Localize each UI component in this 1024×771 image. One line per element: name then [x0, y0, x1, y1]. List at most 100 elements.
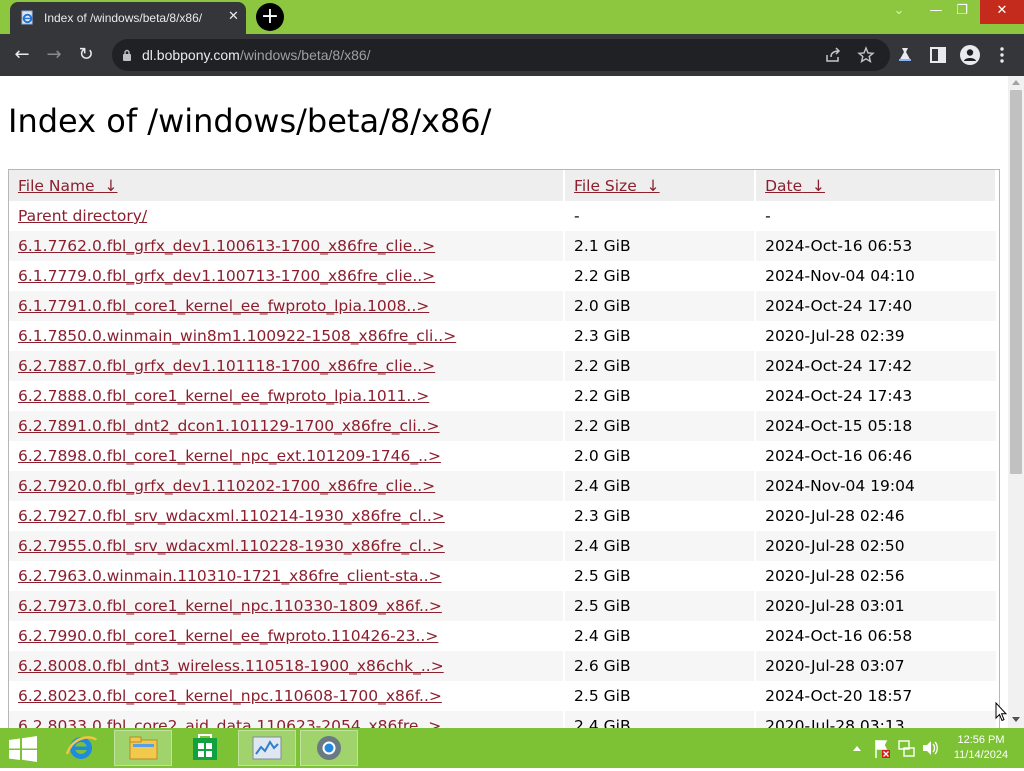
menu-kebab-icon[interactable] — [996, 46, 1008, 64]
chevron-up-icon — [853, 746, 861, 751]
sort-by-name-link[interactable]: File Name ↓ — [18, 177, 117, 195]
file-name-cell: 6.2.8023.0.fbl_core1_kernel_npc.110608-1… — [9, 681, 566, 711]
tab-close-icon[interactable]: ✕ — [228, 9, 239, 25]
show-hidden-icons-button[interactable] — [852, 728, 862, 768]
restore-button[interactable]: ❐ — [947, 0, 977, 24]
share-icon[interactable] — [824, 46, 842, 64]
file-date-cell: 2020-Jul-28 03:01 — [765, 597, 905, 615]
file-name-cell: 6.2.7888.0.fbl_core1_kernel_ee_fwproto_l… — [9, 381, 566, 411]
file-name-cell: 6.2.7955.0.fbl_srv_wdacxml.110228-1930_x… — [9, 531, 566, 561]
taskbar-app-chrome[interactable] — [300, 730, 358, 766]
scrollbar-thumb[interactable] — [1010, 90, 1022, 474]
close-window-button[interactable]: ✕ — [980, 0, 1024, 24]
file-link[interactable]: 6.2.7920.0.fbl_grfx_dev1.110202-1700_x86… — [18, 477, 435, 495]
file-date-cell: 2024-Oct-16 06:58 — [765, 627, 913, 645]
file-date-cell: 2020-Jul-28 02:56 — [765, 567, 905, 585]
file-size-cell: 2.1 GiB — [564, 231, 757, 261]
internet-explorer-icon — [65, 736, 98, 759]
taskbar-app-internet-explorer[interactable] — [52, 730, 110, 766]
file-link[interactable]: 6.1.7779.0.fbl_grfx_dev1.100713-1700_x86… — [18, 267, 435, 285]
clock-date: 11/14/2024 — [953, 749, 1009, 761]
file-link[interactable]: 6.2.7955.0.fbl_srv_wdacxml.110228-1930_x… — [18, 537, 445, 555]
file-size-cell: 2.4 GiB — [564, 531, 757, 561]
address-bar[interactable]: dl.bobpony.com/windows/beta/8/x86/ — [112, 39, 890, 71]
windows-taskbar: 12:56 PM 11/14/2024 — [0, 728, 1024, 768]
file-size-cell: 2.2 GiB — [564, 411, 757, 441]
file-link[interactable]: 6.2.7973.0.fbl_core1_kernel_npc.110330-1… — [18, 597, 442, 615]
file-name-cell: 6.2.8008.0.fbl_dnt3_wireless.110518-1900… — [9, 651, 566, 681]
page-title: Index of /windows/beta/8/x86/ — [8, 102, 492, 140]
forward-button[interactable]: → — [40, 41, 68, 69]
table-row: 6.2.8033.0.fbl_core2_aid_data.110623-205… — [9, 711, 996, 728]
table-row: 6.2.8008.0.fbl_dnt3_wireless.110518-1900… — [9, 651, 996, 681]
table-row: 6.2.7888.0.fbl_core1_kernel_ee_fwproto_l… — [9, 381, 996, 411]
file-date-cell: 2020-Jul-28 02:46 — [765, 507, 905, 525]
file-explorer-icon — [129, 736, 158, 760]
new-tab-button[interactable]: + — [256, 3, 284, 31]
file-link[interactable]: 6.1.7850.0.winmain_win8m1.100922-1508_x8… — [18, 327, 456, 345]
taskbar-app-task-manager[interactable] — [238, 730, 296, 766]
sort-by-date-link[interactable]: Date ↓ — [765, 177, 825, 195]
url-text[interactable]: dl.bobpony.com/windows/beta/8/x86/ — [142, 47, 371, 63]
file-size-cell: 2.5 GiB — [564, 591, 757, 621]
file-date-cell: 2024-Nov-04 19:04 — [765, 477, 915, 495]
tab-search-icon[interactable]: ⌄ — [884, 0, 914, 24]
network-tray[interactable] — [897, 728, 915, 768]
file-link[interactable]: 6.2.7887.0.fbl_grfx_dev1.101118-1700_x86… — [18, 357, 435, 375]
volume-tray[interactable] — [921, 728, 939, 768]
file-link[interactable]: 6.2.8008.0.fbl_dnt3_wireless.110518-1900… — [18, 657, 444, 675]
browser-tab[interactable]: Index of /windows/beta/8/x86/ ✕ — [10, 2, 246, 34]
parent-directory-link[interactable]: Parent directory/ — [18, 207, 147, 225]
action-center-tray[interactable] — [873, 728, 891, 768]
table-row: 6.2.7887.0.fbl_grfx_dev1.101118-1700_x86… — [9, 351, 996, 381]
browser-titlebar: Index of /windows/beta/8/x86/ ✕ + ⌄ — ❐ … — [0, 0, 1024, 34]
bookmark-star-icon[interactable] — [857, 46, 875, 64]
windows-start-icon[interactable] — [8, 736, 38, 762]
back-button[interactable]: ← — [8, 41, 36, 69]
file-link[interactable]: 6.2.7963.0.winmain.110310-1721_x86fre_cl… — [18, 567, 442, 585]
page-scrollbar[interactable] — [1008, 76, 1024, 728]
table-row: 6.1.7779.0.fbl_grfx_dev1.100713-1700_x86… — [9, 261, 996, 291]
side-panel-icon[interactable] — [929, 46, 947, 64]
file-date-cell: 2024-Oct-16 06:46 — [765, 447, 913, 465]
file-link[interactable]: 6.1.7762.0.fbl_grfx_dev1.100613-1700_x86… — [18, 237, 435, 255]
store-icon — [193, 734, 217, 760]
table-row: 6.2.7990.0.fbl_core1_kernel_ee_fwproto.1… — [9, 621, 996, 651]
file-date-cell: 2024-Oct-24 17:42 — [765, 357, 913, 375]
column-header-label: File Size — [574, 176, 637, 195]
taskbar-app-store[interactable] — [176, 730, 234, 766]
speaker-icon — [923, 741, 938, 755]
table-row: 6.2.7963.0.winmain.110310-1721_x86fre_cl… — [9, 561, 996, 591]
file-link[interactable]: 6.2.8023.0.fbl_core1_kernel_npc.110608-1… — [18, 687, 442, 705]
table-row: 6.1.7791.0.fbl_core1_kernel_ee_fwproto_l… — [9, 291, 996, 321]
system-clock[interactable]: 12:56 PM 11/14/2024 — [950, 733, 1012, 763]
file-link[interactable]: 6.2.7898.0.fbl_core1_kernel_npc_ext.1012… — [18, 447, 441, 465]
table-row: 6.2.7955.0.fbl_srv_wdacxml.110228-1930_x… — [9, 531, 996, 561]
file-link[interactable]: 6.2.7891.0.fbl_dnt2_dcon1.101129-1700_x8… — [18, 417, 440, 435]
file-link[interactable]: 6.2.8033.0.fbl_core2_aid_data.110623-205… — [18, 717, 441, 728]
file-date-cell: 2020-Jul-28 03:07 — [765, 657, 905, 675]
file-date-cell: 2024-Oct-20 18:57 — [765, 687, 913, 705]
scroll-up-arrow-icon[interactable] — [1012, 80, 1020, 85]
sort-by-size-link[interactable]: File Size ↓ — [574, 177, 660, 195]
file-size-cell: 2.3 GiB — [564, 501, 757, 531]
file-name-cell: 6.2.7920.0.fbl_grfx_dev1.110202-1700_x86… — [9, 471, 566, 501]
file-name-cell: 6.2.7973.0.fbl_core1_kernel_npc.110330-1… — [9, 591, 566, 621]
file-date-cell: 2020-Jul-28 03:13 — [765, 717, 905, 728]
file-name-cell: 6.2.7990.0.fbl_core1_kernel_ee_fwproto.1… — [9, 621, 566, 651]
lock-icon[interactable] — [122, 49, 132, 61]
reload-button[interactable]: ↻ — [72, 41, 100, 69]
file-link[interactable]: 6.2.7990.0.fbl_core1_kernel_ee_fwproto.1… — [18, 627, 438, 645]
page-viewport: Index of /windows/beta/8/x86/ File Name … — [0, 76, 1008, 728]
file-link[interactable]: 6.1.7791.0.fbl_core1_kernel_ee_fwproto_l… — [18, 297, 429, 315]
file-date-cell: 2024-Oct-16 06:53 — [765, 237, 913, 255]
column-header-label: File Name — [18, 176, 95, 195]
file-link[interactable]: 6.2.7927.0.fbl_srv_wdacxml.110214-1930_x… — [18, 507, 445, 525]
file-rows: Parent directory/ - - 6.1.7762.0.fbl_grfx_d… — [9, 201, 996, 728]
taskbar-app-file-explorer[interactable] — [114, 730, 172, 766]
profile-avatar-icon[interactable] — [960, 45, 980, 65]
file-link[interactable]: 6.2.7888.0.fbl_core1_kernel_ee_fwproto_l… — [18, 387, 429, 405]
table-row: 6.2.7920.0.fbl_grfx_dev1.110202-1700_x86… — [9, 471, 996, 501]
scroll-down-arrow-icon[interactable] — [1012, 717, 1020, 722]
extensions-icon[interactable] — [896, 46, 914, 64]
